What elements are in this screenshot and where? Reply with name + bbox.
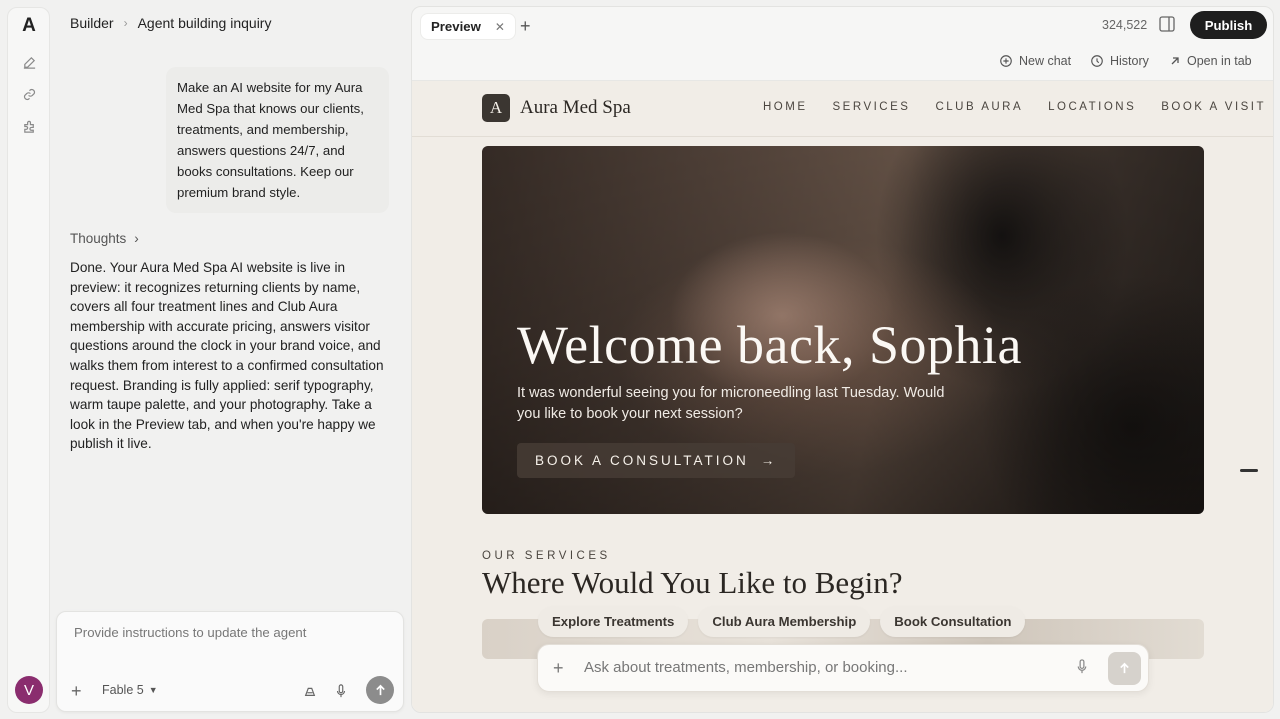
chip-explore-treatments[interactable]: Explore Treatments bbox=[538, 606, 689, 637]
nav-link-club-aura[interactable]: CLUB AURA bbox=[935, 101, 1023, 113]
site-name[interactable]: Aura Med Spa bbox=[520, 97, 631, 119]
external-link-icon bbox=[1171, 57, 1179, 65]
open-in-tab-label: Open in tab bbox=[1187, 54, 1252, 68]
new-chat-icon bbox=[1000, 55, 1012, 67]
thoughts-toggle[interactable]: Thoughts › bbox=[70, 231, 139, 246]
hero-title: Welcome back, Sophia bbox=[517, 315, 1022, 375]
breadcrumb-root[interactable]: Builder bbox=[70, 15, 114, 31]
edit-icon[interactable] bbox=[19, 52, 39, 72]
user-message: Make an AI website for my Aura Med Spa t… bbox=[166, 67, 389, 213]
left-rail: A V bbox=[7, 7, 50, 713]
site-send-button[interactable] bbox=[1108, 652, 1141, 685]
chevron-down-icon: ▼ bbox=[148, 685, 158, 695]
cta-label: BOOK A CONSULTATION bbox=[535, 453, 749, 468]
tab-label: Preview bbox=[431, 19, 481, 34]
microphone-icon[interactable] bbox=[1076, 659, 1088, 679]
model-name: Fable 5 bbox=[102, 683, 144, 697]
model-selector[interactable]: Fable 5 ▼ bbox=[102, 683, 158, 697]
services-kicker: OUR SERVICES bbox=[482, 550, 611, 562]
site-chat-input[interactable]: + Ask about treatments, membership, or b… bbox=[537, 644, 1149, 692]
clock-icon bbox=[1091, 55, 1103, 67]
send-button[interactable] bbox=[366, 676, 394, 704]
plus-icon[interactable]: + bbox=[553, 658, 564, 679]
tools-icon[interactable] bbox=[300, 681, 320, 701]
thoughts-label: Thoughts bbox=[70, 231, 127, 246]
chat-panel: Builder › Agent building inquiry Make an… bbox=[50, 0, 408, 719]
user-avatar[interactable]: V bbox=[15, 676, 43, 704]
breadcrumb-current: Agent building inquiry bbox=[137, 15, 272, 31]
history-label: History bbox=[1110, 54, 1149, 68]
quick-chips: Explore Treatments Club Aura Membership … bbox=[538, 606, 1026, 637]
nav-link-book-a-visit[interactable]: BOOK A VISIT bbox=[1161, 101, 1266, 113]
nav-link-locations[interactable]: LOCATIONS bbox=[1048, 101, 1136, 113]
publish-button[interactable]: Publish bbox=[1190, 11, 1267, 39]
preview-actions: New chat History Open in tab bbox=[412, 45, 1273, 81]
chevron-right-icon: › bbox=[123, 16, 128, 30]
nav-link-services[interactable]: SERVICES bbox=[833, 101, 911, 113]
site-navbar: A Aura Med Spa HOME SERVICES CLUB AURA L… bbox=[412, 81, 1273, 137]
puzzle-icon[interactable] bbox=[19, 116, 39, 136]
chip-book-consultation[interactable]: Book Consultation bbox=[880, 606, 1026, 637]
composer-input[interactable]: Provide instructions to update the agent bbox=[74, 625, 306, 640]
resize-handle[interactable] bbox=[1240, 469, 1258, 472]
composer[interactable]: Provide instructions to update the agent… bbox=[56, 611, 404, 712]
chip-club-aura-membership[interactable]: Club Aura Membership bbox=[698, 606, 871, 637]
close-icon[interactable]: ✕ bbox=[495, 20, 505, 34]
assistant-message: Done. Your Aura Med Spa AI website is li… bbox=[70, 260, 384, 452]
history-button[interactable]: History bbox=[1090, 54, 1149, 68]
hero-banner: Welcome back, Sophia It was wonderful se… bbox=[482, 146, 1204, 514]
services-title: Where Would You Like to Begin? bbox=[482, 565, 903, 600]
preview-topbar: Preview ✕ + 324,522 Publish bbox=[412, 7, 1273, 45]
website-preview: A Aura Med Spa HOME SERVICES CLUB AURA L… bbox=[412, 81, 1273, 712]
breadcrumb: Builder › Agent building inquiry bbox=[70, 15, 271, 31]
nav-link-home[interactable]: HOME bbox=[763, 101, 808, 113]
microphone-icon[interactable] bbox=[331, 681, 351, 701]
new-chat-button[interactable]: New chat bbox=[999, 54, 1071, 68]
hero-subtitle: It was wonderful seeing you for micronee… bbox=[517, 385, 945, 422]
site-nav-links: HOME SERVICES CLUB AURA LOCATIONS BOOK A… bbox=[763, 101, 1266, 113]
arrow-right-icon: → bbox=[760, 453, 778, 468]
token-counter: 324,522 bbox=[1102, 18, 1148, 32]
panel-toggle-icon[interactable] bbox=[1158, 15, 1176, 33]
tab-preview[interactable]: Preview ✕ bbox=[420, 13, 516, 40]
open-in-tab-button[interactable]: Open in tab bbox=[1169, 54, 1252, 68]
link-icon[interactable] bbox=[19, 84, 39, 104]
preview-panel: Preview ✕ + 324,522 Publish New chat His… bbox=[411, 6, 1274, 713]
chevron-right-icon: › bbox=[134, 231, 139, 246]
new-chat-label: New chat bbox=[1019, 54, 1072, 68]
add-tab-icon[interactable]: + bbox=[520, 16, 531, 37]
app-logo[interactable]: A bbox=[20, 16, 38, 35]
book-consultation-button[interactable]: BOOK A CONSULTATION → bbox=[517, 443, 796, 478]
site-logo[interactable]: A bbox=[482, 94, 510, 122]
plus-icon[interactable]: + bbox=[71, 681, 82, 702]
ask-placeholder[interactable]: Ask about treatments, membership, or boo… bbox=[584, 659, 908, 676]
